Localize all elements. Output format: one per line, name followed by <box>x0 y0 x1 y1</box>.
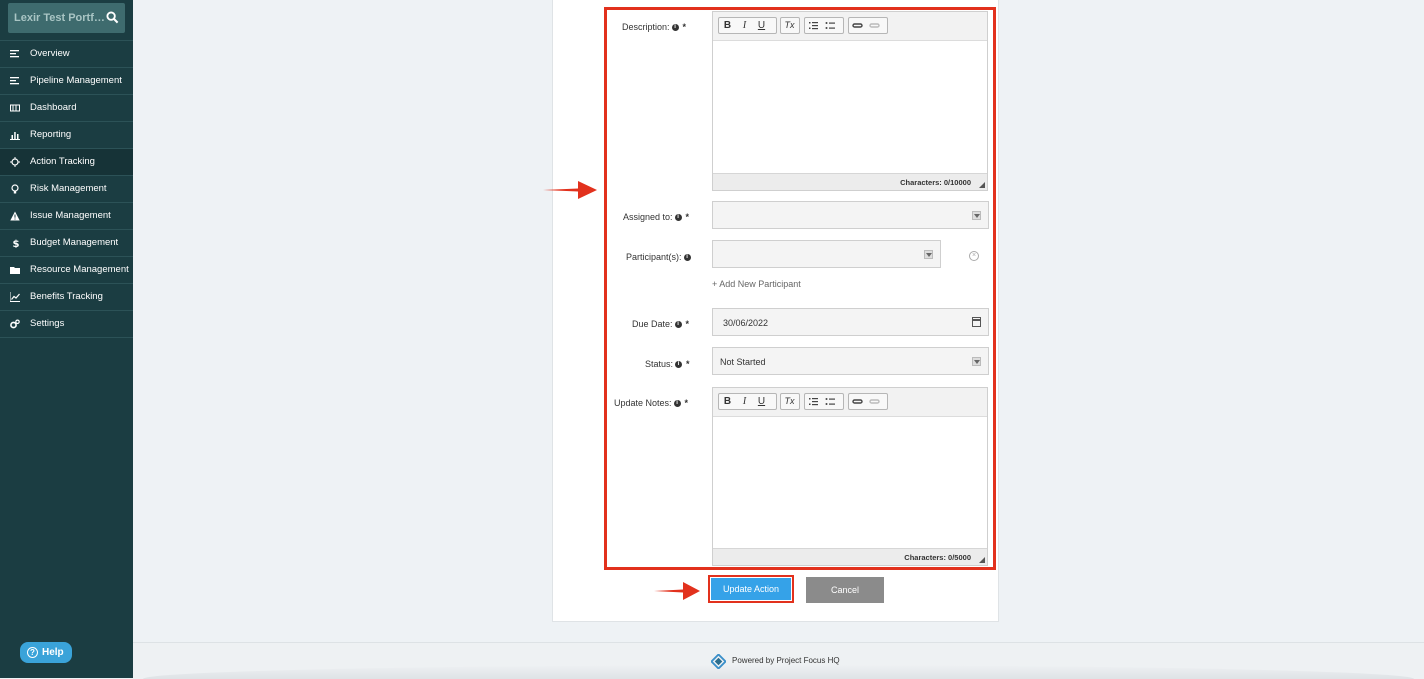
dashboard-icon <box>10 104 20 112</box>
project-focus-logo-icon <box>711 654 726 669</box>
sidebar-item-issue-management[interactable]: Issue Management <box>0 203 133 230</box>
annotation-highlight-box <box>604 7 996 570</box>
portfolio-name: Lexir Test Portfo... <box>14 12 106 24</box>
sidebar-item-settings[interactable]: Settings <box>0 311 133 338</box>
bar-chart-icon <box>10 132 20 140</box>
sidebar-item-label: Reporting <box>30 129 72 140</box>
sidebar-item-pipeline-management[interactable]: Pipeline Management <box>0 68 133 95</box>
annotation-arrow-icon <box>654 582 700 600</box>
sidebar-item-label: Risk Management <box>30 183 107 194</box>
sidebar-item-overview[interactable]: Overview <box>0 41 133 68</box>
portfolio-search[interactable]: Lexir Test Portfo... <box>8 3 125 33</box>
sidebar-item-reporting[interactable]: Reporting <box>0 122 133 149</box>
sidebar-item-label: Dashboard <box>30 102 77 113</box>
sidebar-item-dashboard[interactable]: Dashboard <box>0 95 133 122</box>
sidebar-item-label: Pipeline Management <box>30 75 122 86</box>
folder-icon <box>10 267 20 274</box>
sidebar-item-label: Benefits Tracking <box>30 291 103 302</box>
footer-text: Powered by Project Focus HQ <box>732 656 840 665</box>
footer: Powered by Project Focus HQ <box>133 642 1424 679</box>
list-icon <box>10 77 19 85</box>
search-icon[interactable] <box>106 11 119 24</box>
line-chart-icon <box>10 292 20 302</box>
sidebar-item-label: Settings <box>30 318 65 329</box>
help-button[interactable]: ? Help <box>20 642 72 663</box>
sidebar-item-label: Overview <box>30 48 70 59</box>
sidebar-item-resource-management[interactable]: Resource Management <box>0 257 133 284</box>
crosshair-icon <box>10 157 20 167</box>
lightbulb-icon <box>11 184 19 194</box>
cancel-button[interactable]: Cancel <box>806 577 884 603</box>
update-action-button[interactable]: Update Action <box>711 578 791 600</box>
question-icon: ? <box>27 647 38 658</box>
dollar-icon: $ <box>13 239 20 248</box>
sidebar: Lexir Test Portfo... Overview Pipeline M… <box>0 0 133 678</box>
sidebar-item-label: Resource Management <box>30 264 129 275</box>
sidebar-item-risk-management[interactable]: Risk Management <box>0 176 133 203</box>
sidebar-nav: Overview Pipeline Management Dashboard R… <box>0 40 133 338</box>
sidebar-item-action-tracking[interactable]: Action Tracking <box>0 149 133 176</box>
gears-icon <box>10 319 20 329</box>
sidebar-item-label: Budget Management <box>30 237 119 248</box>
sidebar-item-label: Action Tracking <box>30 156 95 167</box>
annotation-arrow-icon <box>543 181 597 199</box>
warning-icon <box>10 211 20 221</box>
sidebar-item-budget-management[interactable]: $ Budget Management <box>0 230 133 257</box>
help-label: Help <box>42 647 64 658</box>
sidebar-item-benefits-tracking[interactable]: Benefits Tracking <box>0 284 133 311</box>
svg-text:$: $ <box>13 239 20 248</box>
list-icon <box>10 50 19 58</box>
sidebar-item-label: Issue Management <box>30 210 111 221</box>
